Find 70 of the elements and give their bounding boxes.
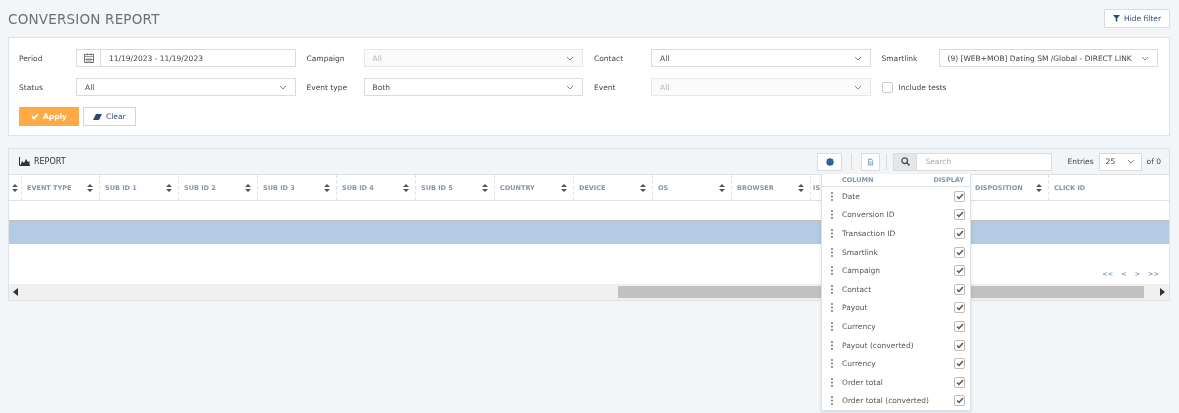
- drag-handle-icon: [831, 284, 833, 294]
- check-icon: [955, 248, 964, 256]
- drag-handle-icon: [831, 321, 833, 331]
- checkbox[interactable]: [954, 209, 965, 221]
- chevron-down-icon: [853, 84, 862, 90]
- check-icon: [955, 304, 964, 312]
- drag-handle-icon: [831, 303, 833, 313]
- drag-handle-icon: [831, 377, 833, 387]
- sort-icon: [482, 183, 488, 192]
- check-icon: [955, 285, 964, 293]
- area-chart-icon: [19, 157, 30, 166]
- check-icon: [955, 230, 964, 237]
- checkbox[interactable]: [954, 358, 965, 370]
- sort-icon: [1036, 183, 1042, 192]
- drag-handle-icon: [831, 191, 833, 201]
- check-icon: [955, 192, 964, 200]
- page-title: CONVERSION REPORT: [8, 10, 160, 27]
- sort-icon: [403, 183, 409, 192]
- chevron-down-icon: [853, 55, 862, 61]
- spreadsheet-file-icon: [868, 156, 874, 167]
- sort-icon: [640, 183, 646, 192]
- check-icon: [955, 267, 964, 275]
- checkbox[interactable]: [954, 283, 965, 295]
- scroll-left-arrow-icon[interactable]: [13, 288, 18, 296]
- checkbox[interactable]: [954, 228, 965, 239]
- sort-icon: [87, 183, 93, 192]
- report-title: REPORT: [34, 157, 66, 166]
- drag-handle-icon: [831, 340, 833, 350]
- checkbox[interactable]: [954, 339, 965, 351]
- drag-handle-icon: [831, 396, 833, 406]
- chevron-down-icon: [1141, 55, 1149, 61]
- checkbox[interactable]: [954, 395, 965, 407]
- sort-icon: [166, 183, 172, 192]
- chevron-down-icon: [566, 55, 574, 61]
- sort-icon: [12, 183, 18, 192]
- check-icon: [955, 211, 964, 219]
- checkbox[interactable]: [954, 376, 965, 388]
- drag-handle-icon: [831, 247, 833, 257]
- search-icon: [901, 157, 910, 166]
- checkbox[interactable]: [954, 265, 965, 277]
- calendar-icon: [83, 53, 94, 63]
- checkbox[interactable]: [954, 302, 965, 314]
- drag-handle-icon: [831, 229, 833, 238]
- check-icon: [955, 397, 964, 405]
- filter-icon: [1113, 15, 1121, 22]
- checkbox[interactable]: [954, 320, 965, 332]
- chevron-down-icon: [278, 84, 287, 90]
- sort-icon: [324, 183, 330, 192]
- check-icon: [955, 378, 964, 386]
- sort-icon: [245, 183, 251, 192]
- checkbox[interactable]: [881, 81, 893, 93]
- chevron-down-icon: [1126, 159, 1135, 164]
- drag-handle-icon: [831, 359, 833, 369]
- settings-icon: [826, 157, 834, 166]
- checkbox[interactable]: [954, 246, 965, 258]
- drag-handle-icon: [831, 266, 833, 276]
- scroll-right-arrow-icon[interactable]: [1160, 288, 1165, 296]
- sort-icon: [798, 183, 804, 192]
- sort-icon: [719, 183, 725, 192]
- check-icon: [955, 322, 964, 330]
- checkbox[interactable]: [954, 190, 965, 202]
- drag-handle-icon: [831, 210, 833, 220]
- eraser-icon: [93, 113, 102, 120]
- chevron-down-icon: [566, 84, 574, 90]
- sort-icon: [561, 183, 567, 192]
- check-icon: [955, 341, 964, 349]
- settings-button[interactable]: [817, 152, 843, 171]
- check-icon: [955, 360, 964, 368]
- search-button[interactable]: [893, 152, 918, 171]
- check-icon: [31, 113, 39, 120]
